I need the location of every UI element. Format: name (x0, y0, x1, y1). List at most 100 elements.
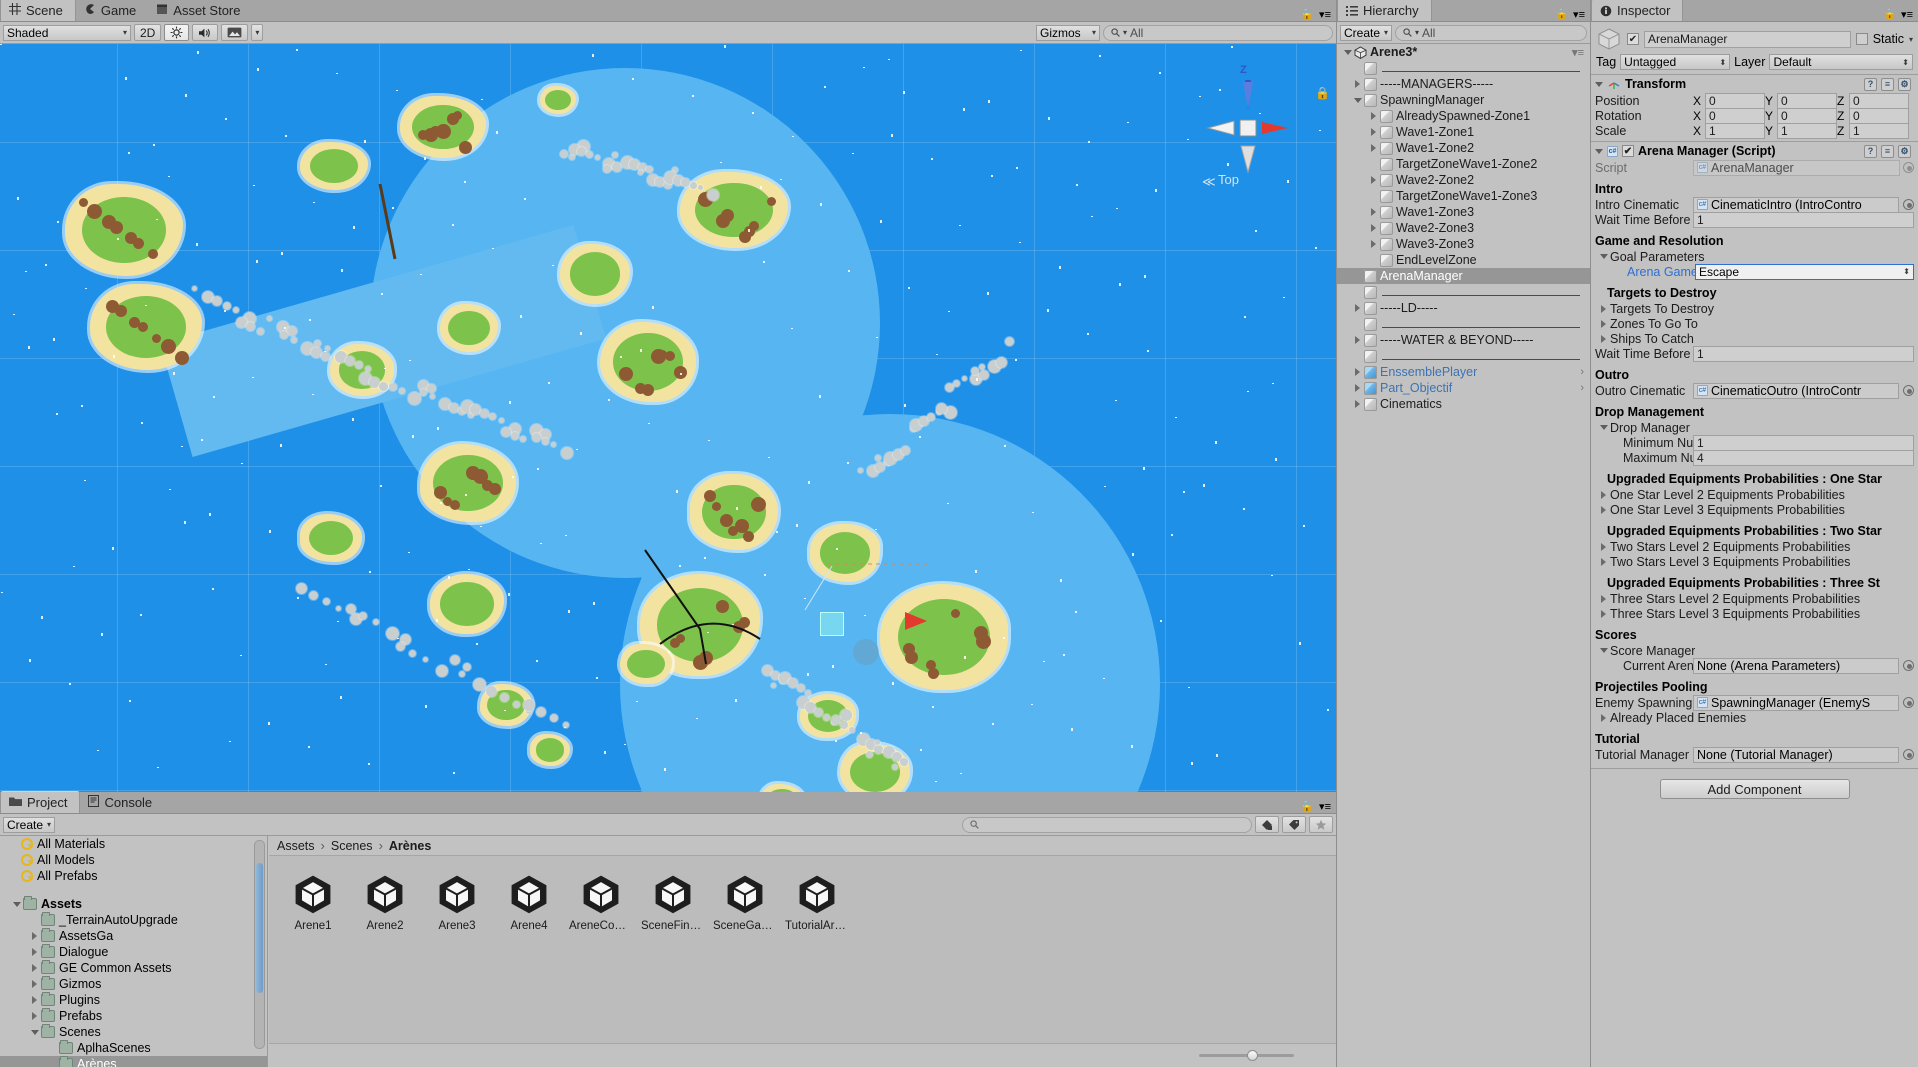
object-picker-icon[interactable] (1903, 749, 1914, 760)
chevron-right-icon[interactable] (32, 964, 37, 972)
transform-rotation-x-input[interactable]: 0 (1705, 107, 1765, 124)
hierarchy-item-wave2-zone3[interactable]: Wave2-Zone3 (1337, 220, 1590, 236)
chevron-down-icon[interactable] (30, 1029, 39, 1035)
foldout-goal-parameters[interactable]: Goal Parameters (1591, 249, 1918, 264)
arena-game-mode-select[interactable]: Escape ⬍ (1695, 263, 1914, 280)
chevron-right-icon[interactable] (1601, 490, 1606, 499)
scene-search-input[interactable]: ▾ All (1103, 24, 1333, 41)
hierarchy-item--managers-[interactable]: -----MANAGERS----- (1337, 76, 1590, 92)
project-tree-item-all-models[interactable]: All Models (0, 852, 267, 868)
component-enabled-checkbox[interactable]: ✔ (1622, 145, 1634, 157)
scene-view-gizmo[interactable]: Z Top ≪ (1188, 64, 1308, 189)
chevron-right-icon[interactable] (1601, 319, 1606, 328)
chevron-down-icon[interactable] (1599, 648, 1608, 653)
chevron-right-icon[interactable]: › (1580, 366, 1584, 378)
foldout-two-stars-level-2-equipments-probabilities[interactable]: Two Stars Level 2 Equipments Probabiliti… (1591, 539, 1918, 554)
outro-cinematic-object-field[interactable]: c# CinematicOutro (IntroContr (1693, 382, 1899, 399)
project-tree-item-all-prefabs[interactable]: All Prefabs (0, 868, 267, 884)
project-create-button[interactable]: Create ▾ (3, 816, 55, 833)
shading-mode-dropdown[interactable]: Shaded ▾ (3, 24, 131, 41)
preset-icon[interactable]: ≡ (1881, 77, 1894, 91)
preset-icon[interactable]: ≡ (1881, 144, 1894, 158)
asset-item[interactable]: SceneFinal... (641, 872, 705, 932)
chevron-down-icon[interactable] (1353, 97, 1362, 103)
tab-inspector[interactable]: Inspector (1591, 0, 1684, 21)
object-picker-icon[interactable] (1903, 199, 1914, 210)
hierarchy-scene-row[interactable]: Arene3* ▾≡ (1337, 44, 1590, 60)
lock-icon[interactable]: 🔒 (1300, 8, 1314, 21)
transform-position-z-input[interactable]: 0 (1849, 92, 1909, 109)
chevron-right-icon[interactable] (1371, 224, 1376, 232)
hierarchy-separator[interactable] (1337, 316, 1590, 332)
project-tree-item-all-materials[interactable]: All Materials (0, 836, 267, 852)
tab-scene[interactable]: Scene (0, 0, 76, 21)
hierarchy-item-wave1-zone3[interactable]: Wave1-Zone3 (1337, 204, 1590, 220)
hierarchy-item-endlevelzone[interactable]: EndLevelZone (1337, 252, 1590, 268)
hierarchy-separator[interactable] (1337, 284, 1590, 300)
gear-icon[interactable]: ⚙ (1898, 77, 1911, 91)
toggle-2d-button[interactable]: 2D (134, 24, 162, 41)
project-tree-item-ar-nes[interactable]: Arènes (0, 1056, 267, 1067)
chevron-right-icon[interactable] (1371, 176, 1376, 184)
transform-rotation-y-input[interactable]: 0 (1777, 107, 1837, 124)
asset-item[interactable]: Arene2 (355, 872, 415, 932)
chevron-down-icon[interactable] (1599, 254, 1608, 259)
asset-item[interactable]: SceneGang... (713, 872, 777, 932)
transform-scale-x-input[interactable]: 1 (1705, 122, 1765, 139)
project-tree-item-ge-common-assets[interactable]: GE Common Assets (0, 960, 267, 976)
hierarchy-item-targetzonewave1-zone2[interactable]: TargetZoneWave1-Zone2 (1337, 156, 1590, 172)
foldout-zones-to-go-to[interactable]: Zones To Go To (1591, 316, 1918, 331)
chevron-right-icon[interactable] (1601, 557, 1606, 566)
transform-rotation-z-input[interactable]: 0 (1849, 107, 1909, 124)
hierarchy-item-wave1-zone1[interactable]: Wave1-Zone1 (1337, 124, 1590, 140)
foldout-targets-to-destroy[interactable]: Targets To Destroy (1591, 301, 1918, 316)
project-tree-item-scenes[interactable]: Scenes (0, 1024, 267, 1040)
project-tree-item--terrainautoupgrade[interactable]: _TerrainAutoUpgrade (0, 912, 267, 928)
tab-project[interactable]: Project (0, 791, 81, 813)
chevron-right-icon[interactable] (32, 932, 37, 940)
hierarchy-create-button[interactable]: Create ▾ (1340, 24, 1392, 41)
chevron-right-icon[interactable] (32, 1012, 37, 1020)
project-tree-item-plugins[interactable]: Plugins (0, 992, 267, 1008)
type-filter-button[interactable] (1255, 816, 1279, 833)
chevron-right-icon[interactable] (1601, 713, 1606, 722)
panel-menu-icon[interactable]: ▾≡ (1901, 8, 1913, 21)
scene-fx-toggle[interactable] (221, 24, 249, 41)
hierarchy-item-spawningmanager[interactable]: SpawningManager (1337, 92, 1590, 108)
foldout-three-stars-level-3-equipments-probabilities[interactable]: Three Stars Level 3 Equipments Probabili… (1591, 606, 1918, 621)
hierarchy-tree[interactable]: -----MANAGERS----- SpawningManager Already… (1337, 60, 1590, 412)
chevron-right-icon[interactable] (1355, 400, 1360, 408)
tutorial-manager-object-field[interactable]: None (Tutorial Manager) (1693, 746, 1899, 763)
tab-asset-store[interactable]: Asset Store (148, 0, 252, 21)
chevron-right-icon[interactable] (1371, 128, 1376, 136)
help-icon[interactable]: ? (1864, 144, 1877, 158)
chevron-down-icon[interactable] (12, 901, 21, 907)
object-name-input[interactable]: ArenaManager (1644, 30, 1851, 48)
current-arena-par-object-field[interactable]: None (Arena Parameters) (1693, 657, 1899, 674)
project-tree-item-aplhascenes[interactable]: AplhaScenes (0, 1040, 267, 1056)
hierarchy-separator[interactable] (1337, 348, 1590, 364)
transform-header[interactable]: Transform ? ≡ ⚙ (1591, 75, 1918, 93)
radius-handle[interactable] (853, 639, 879, 665)
project-tree-scrollbar[interactable] (254, 840, 265, 1049)
hierarchy-item-targetzonewave1-zone3[interactable]: TargetZoneWave1-Zone3 (1337, 188, 1590, 204)
tab-hierarchy[interactable]: Hierarchy (1337, 0, 1432, 21)
asset-item[interactable]: Arene3 (427, 872, 487, 932)
hierarchy-item--ld-[interactable]: -----LD----- (1337, 300, 1590, 316)
chevron-right-icon[interactable] (1371, 144, 1376, 152)
project-search-input[interactable] (962, 816, 1252, 833)
lock-icon[interactable]: 🔒 (1884, 9, 1896, 20)
lock-icon[interactable]: 🔒 (1556, 9, 1568, 20)
foldout-one-star-level-3-equipments-probabilities[interactable]: One Star Level 3 Equipments Probabilitie… (1591, 502, 1918, 517)
chevron-down-icon[interactable] (1595, 81, 1603, 87)
chevron-right-icon[interactable] (1601, 609, 1606, 618)
hierarchy-separator[interactable] (1337, 60, 1590, 76)
scene-audio-toggle[interactable] (192, 24, 219, 41)
breadcrumb-item[interactable]: Arènes (389, 839, 431, 853)
hierarchy-item-wave2-zone2[interactable]: Wave2-Zone2 (1337, 172, 1590, 188)
project-tree-item-assetsga[interactable]: AssetsGa (0, 928, 267, 944)
panel-menu-icon[interactable]: ▾≡ (1572, 46, 1584, 59)
asset-zoom-slider[interactable] (1199, 1050, 1294, 1061)
transform-position-x-input[interactable]: 0 (1705, 92, 1765, 109)
project-tree-item-dialogue[interactable]: Dialogue (0, 944, 267, 960)
